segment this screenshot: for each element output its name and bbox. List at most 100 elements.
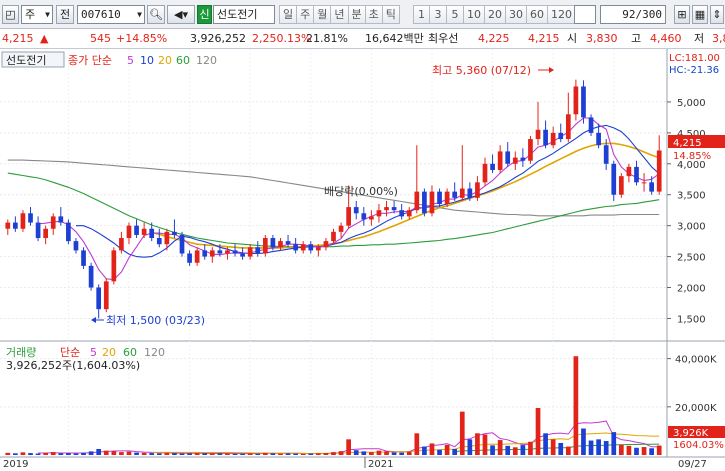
tab-interval-1[interactable]: 1	[413, 5, 430, 24]
volume-bar	[141, 452, 147, 455]
ma-label: 종가 단순	[68, 54, 112, 67]
volume-bar	[353, 450, 359, 455]
candle-body	[369, 216, 374, 220]
x-label-date: 09/27	[678, 459, 707, 468]
candle-body	[172, 231, 177, 235]
candle	[528, 135, 533, 164]
tab-period-day[interactable]: 일	[279, 5, 298, 24]
volume-bar	[422, 446, 427, 455]
interval-tabs: 1 3 5 10 20 30 60 120	[413, 5, 576, 24]
volume-bar	[391, 452, 397, 455]
tab-interval-3[interactable]: 3	[430, 5, 447, 24]
chart-area[interactable]: 1,500 2,000 2,500 3,000 3,500 4,000 4,500 5,000…	[0, 49, 725, 470]
tab-interval-10[interactable]: 10	[464, 5, 485, 24]
volume-bar	[28, 453, 33, 455]
candle-body	[308, 244, 314, 251]
candle-body	[550, 132, 556, 146]
speaker-icon[interactable]: ◀▾	[167, 5, 195, 24]
tab-interval-60[interactable]: 60	[527, 5, 548, 24]
candle	[88, 262, 94, 291]
candle-body	[361, 213, 367, 220]
volume-bar	[255, 453, 261, 455]
candle	[262, 234, 268, 257]
candle-body	[293, 244, 298, 251]
candle-body	[240, 253, 245, 257]
candle-body	[202, 250, 208, 257]
high-annotation: 최고 5,360 (07/12)	[432, 64, 531, 77]
volume-bar	[467, 439, 473, 455]
settings-icon[interactable]: ⊞	[674, 5, 690, 24]
candle-body	[399, 210, 405, 217]
candle-body	[58, 216, 64, 223]
volume-bar	[459, 411, 465, 455]
volume-bar	[111, 451, 117, 455]
candle-body	[596, 132, 601, 146]
up-arrow-icon: ▲	[40, 32, 49, 45]
volume-bar	[490, 445, 495, 455]
candle-body	[331, 231, 336, 242]
candle-body	[103, 281, 109, 310]
candle-body	[126, 225, 132, 239]
tab-interval-30[interactable]: 30	[506, 5, 527, 24]
stock-code-input[interactable]: 007610 ▼	[77, 5, 145, 24]
volume-bar	[278, 453, 283, 455]
best-quote-label: 최우선	[428, 32, 459, 45]
tab-period-tick[interactable]: 틱	[382, 5, 400, 24]
market-select-value: 주	[25, 8, 36, 21]
stock-name-field[interactable]: 선도전기	[213, 5, 275, 24]
volume-bar	[520, 445, 526, 455]
tab-interval-20[interactable]: 20	[485, 5, 506, 24]
candle-body	[414, 191, 420, 211]
current-volume-label: 3,926K	[673, 428, 709, 439]
stock-chart[interactable]: 1,5002,0002,5003,0003,5004,0004,5005,000…	[0, 49, 725, 470]
volume-bar	[164, 452, 170, 455]
volume-bar	[323, 453, 329, 455]
candle-body	[338, 225, 344, 232]
expand-icon[interactable]: ⇕	[710, 5, 724, 24]
volume-title: 거래량	[6, 346, 36, 359]
grid-icon[interactable]: ▦	[692, 5, 708, 24]
candle-body	[247, 247, 253, 257]
candle-body	[111, 250, 117, 282]
tab-period-week[interactable]: 주	[297, 5, 315, 24]
candle-body	[225, 250, 230, 254]
new-badge-label: 신	[199, 8, 210, 21]
volume-bar	[179, 453, 185, 455]
candle-body	[217, 250, 223, 254]
candle-count-field[interactable]: 92/300	[600, 5, 666, 24]
volume-bar	[35, 453, 41, 455]
market-select[interactable]: 주 ▼	[21, 5, 53, 24]
ma5-label: 5	[127, 54, 134, 67]
tab-interval-120[interactable]: 120	[548, 5, 576, 24]
ma60-label: 60	[176, 54, 190, 67]
tab-period-month[interactable]: 월	[314, 5, 332, 24]
interval-custom-input[interactable]	[574, 5, 596, 24]
volume-bar	[20, 452, 26, 455]
candle-body	[300, 244, 306, 251]
volume-bar	[634, 447, 639, 455]
vol-ma120-label: 120	[144, 346, 165, 359]
candle-body	[28, 213, 33, 223]
stock-code-value: 007610	[81, 8, 121, 21]
volume-bar	[331, 452, 336, 455]
tab-period-minute[interactable]: 분	[348, 5, 366, 24]
chevron-down-icon: ▼	[137, 10, 142, 19]
candle-body	[520, 157, 526, 161]
candle-body	[391, 207, 397, 211]
tab-period-year[interactable]: 년	[331, 5, 349, 24]
volume-bar	[300, 453, 306, 455]
candle-body	[255, 247, 261, 254]
candle-body	[278, 241, 283, 248]
tab-period-second[interactable]: 초	[365, 5, 383, 24]
volume-bar	[482, 434, 488, 455]
x-label-2019: 2019	[3, 459, 28, 468]
chart-menu-icon[interactable]: ◰	[2, 5, 19, 24]
tab-interval-5[interactable]: 5	[447, 5, 464, 24]
hc-label: HC:-21.36	[669, 65, 719, 76]
candle-body	[528, 139, 533, 161]
code-toggle-button[interactable]: 전	[56, 5, 74, 24]
volume-bar	[232, 453, 238, 455]
search-icon[interactable]: 🔍︎	[147, 5, 165, 24]
candle-body	[5, 222, 11, 229]
candle-body	[626, 166, 632, 177]
